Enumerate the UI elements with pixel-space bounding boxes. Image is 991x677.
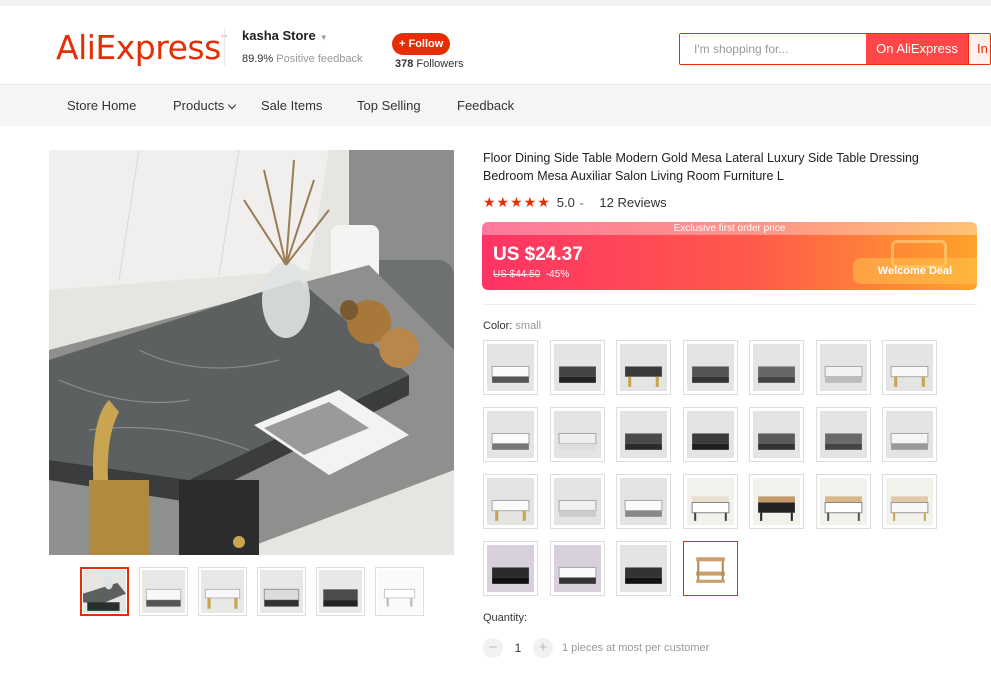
thumbnail[interactable] — [257, 567, 306, 616]
store-nav: Store Home Products Sale Items Top Selli… — [0, 84, 991, 126]
store-header: AliExpress™ kasha Store▼ 89.9% Positive … — [0, 6, 991, 86]
nav-store-home[interactable]: Store Home — [67, 98, 136, 113]
reviews-link[interactable]: 12 Reviews — [599, 195, 666, 210]
color-swatch[interactable] — [749, 340, 804, 395]
aliexpress-logo[interactable]: AliExpress™ — [56, 28, 228, 67]
color-swatch[interactable] — [616, 407, 671, 462]
thumbnail[interactable] — [316, 567, 365, 616]
quantity-plus-button[interactable]: + — [533, 638, 553, 658]
color-swatch[interactable] — [682, 340, 738, 395]
search-input[interactable] — [680, 34, 866, 64]
product-title: Floor Dining Side Table Modern Gold Mesa… — [483, 151, 919, 183]
chevron-down-icon: ⌄ — [577, 197, 586, 207]
nav-sale-items[interactable]: Sale Items — [261, 98, 322, 113]
color-label: Color: small — [483, 320, 542, 332]
quantity-minus-button[interactable]: − — [483, 638, 503, 658]
color-swatch[interactable] — [815, 407, 871, 462]
search-aliexpress-button[interactable]: On AliExpress — [866, 34, 968, 64]
thumbnail[interactable] — [198, 567, 247, 616]
color-swatch[interactable] — [682, 474, 738, 529]
color-swatch[interactable] — [549, 541, 605, 596]
chevron-down-icon — [228, 100, 237, 110]
price-banner: Exclusive first order price US $24.37 US… — [482, 222, 977, 290]
nav-top-selling[interactable]: Top Selling — [357, 98, 421, 113]
original-price: US $44.50 -45% — [493, 269, 570, 280]
followers-count: 378 Followers — [395, 58, 464, 70]
store-feedback: 89.9% Positive feedback — [242, 53, 363, 65]
color-swatch[interactable] — [549, 407, 605, 462]
color-swatch-selected[interactable] — [682, 541, 738, 596]
color-swatch[interactable] — [483, 541, 538, 596]
quantity-stepper: − 1 + 1 pieces at most per customer — [483, 638, 709, 658]
color-swatch[interactable] — [882, 407, 937, 462]
color-swatch[interactable] — [882, 340, 937, 395]
color-swatch[interactable] — [749, 474, 804, 529]
color-swatch[interactable] — [483, 407, 538, 462]
color-swatch[interactable] — [616, 541, 671, 596]
main-product-image[interactable] — [49, 150, 454, 555]
divider — [483, 304, 977, 305]
color-swatch[interactable] — [616, 474, 671, 529]
color-swatch[interactable] — [483, 474, 538, 529]
star-rating-icon: ★★★★★ — [483, 194, 551, 210]
color-swatch[interactable] — [616, 340, 671, 395]
color-swatch[interactable] — [749, 407, 804, 462]
quantity-label: Quantity: — [483, 612, 528, 624]
color-swatch[interactable] — [682, 407, 738, 462]
color-swatches — [483, 340, 953, 596]
thumbnail[interactable] — [139, 567, 188, 616]
color-swatch[interactable] — [483, 340, 538, 395]
quantity-input[interactable]: 1 — [503, 641, 533, 655]
follow-button[interactable]: + Follow — [392, 33, 451, 55]
color-swatch[interactable] — [882, 474, 937, 529]
caret-down-icon: ▼ — [319, 33, 328, 42]
store-name[interactable]: kasha Store ▼ — [242, 28, 328, 43]
search-bar: On AliExpress In — [679, 33, 991, 65]
color-swatch[interactable] — [815, 340, 871, 395]
product-rating: ★★★★★ 5.0 ⌄ 12 Reviews — [483, 194, 667, 211]
thumbnail-strip — [80, 567, 424, 616]
thumbnail[interactable] — [80, 567, 129, 616]
welcome-deal-badge[interactable]: Welcome Deal — [853, 258, 977, 284]
color-swatch[interactable] — [549, 340, 605, 395]
divider — [224, 28, 225, 66]
thumbnail[interactable] — [375, 567, 424, 616]
nav-feedback[interactable]: Feedback — [457, 98, 514, 113]
nav-products[interactable]: Products — [173, 98, 237, 113]
first-order-label: Exclusive first order price — [482, 222, 977, 235]
current-price: US $24.37 — [493, 244, 583, 265]
search-store-button[interactable]: In — [968, 34, 990, 64]
quantity-limit-note: 1 pieces at most per customer — [562, 642, 710, 654]
color-swatch[interactable] — [815, 474, 871, 529]
rating-score[interactable]: 5.0 — [557, 195, 575, 210]
color-swatch[interactable] — [549, 474, 605, 529]
